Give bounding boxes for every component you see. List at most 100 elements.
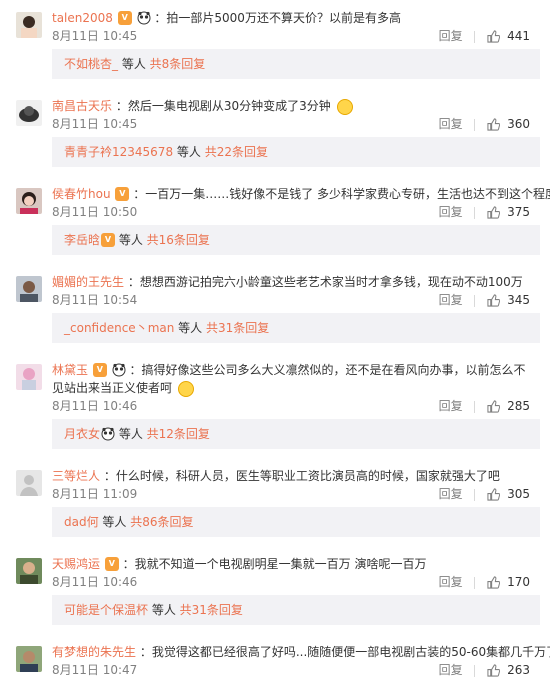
comment-line: 林黛玉 V ：搞得好像这些公司多么大义凛然似的，还不是在看风向办事，以前怎么不见… xyxy=(52,361,536,397)
divider xyxy=(474,294,476,307)
panda-emoji-icon xyxy=(112,363,126,376)
comment-time: 8月11日 10:46 xyxy=(52,399,138,413)
reply-preview[interactable]: 青青子衿12345678 等人 共22条回复 xyxy=(52,137,540,167)
comment-username[interactable]: 媚媚的王先生 xyxy=(52,275,124,289)
comment-line: talen2008 V ：拍一部片5000万还不算天价？以前是有多高 xyxy=(52,9,540,27)
more-replies-link[interactable]: 共8条回复 xyxy=(150,57,206,71)
more-replies-link[interactable]: 共31条回复 xyxy=(206,321,269,335)
comment-meta: 8月11日 10:47 回复 263 xyxy=(52,661,540,679)
thumbs-up-icon[interactable] xyxy=(487,118,501,131)
thumbs-up-icon[interactable] xyxy=(487,294,501,307)
comment-line: 南昌古天乐 ：然后一集电视剧从30分钟变成了3分钟 xyxy=(52,97,540,115)
comment-username[interactable]: 天赐鸿运 xyxy=(52,557,100,571)
reply-preview[interactable]: 李岳晗 V 等人 共16条回复 xyxy=(52,225,540,255)
comment-time: 8月11日 10:47 xyxy=(52,663,138,677)
reply-button[interactable]: 回复 xyxy=(439,205,463,219)
comment-line: 三等烂人 ：什么时候，科研人员，医生等职业工资比演员高的时候，国家就强大了吧 xyxy=(52,467,540,485)
reply-others-label: 等人 xyxy=(98,515,131,529)
comment-text: ：我觉得这都已经很高了好吗...随随便便一部电视剧古装的50-60集都几千万了 xyxy=(139,645,550,659)
more-replies-link[interactable]: 共22条回复 xyxy=(205,145,268,159)
avatar[interactable] xyxy=(16,558,42,584)
reply-preview[interactable]: 月衣女 等人 共12条回复 xyxy=(52,419,540,449)
thumbs-up-icon[interactable] xyxy=(487,206,501,219)
comment-item: 有梦想的朱先生 ：我觉得这都已经很高了好吗...随随便便一部电视剧古装的50-6… xyxy=(0,634,550,696)
vip-badge-icon: V xyxy=(101,232,116,247)
comment-item: 林黛玉 V ：搞得好像这些公司多么大义凛然似的，还不是在看风向办事，以前怎么不见… xyxy=(0,352,550,458)
comment-item: talen2008 V ：拍一部片5000万还不算天价？以前是有多高 8月11日… xyxy=(0,0,550,88)
comment-actions: 回复 375 xyxy=(439,203,530,221)
reply-preview[interactable]: 可能是个保温杯 等人 共31条回复 xyxy=(52,595,540,625)
comment-username[interactable]: 三等烂人 xyxy=(52,469,100,483)
divider xyxy=(474,488,476,501)
more-replies-link[interactable]: 共12条回复 xyxy=(147,427,210,441)
comment-actions: 回复 170 xyxy=(439,573,530,591)
vip-badge-icon: V xyxy=(92,362,107,377)
reply-username[interactable]: 可能是个保温杯 xyxy=(64,603,148,617)
thumbs-up-icon[interactable] xyxy=(487,576,501,589)
avatar[interactable] xyxy=(16,276,42,302)
comment-actions: 回复 285 xyxy=(439,397,530,415)
avatar[interactable] xyxy=(16,12,42,38)
comment-meta: 8月11日 10:46 回复 285 xyxy=(52,397,540,415)
avatar[interactable] xyxy=(16,646,42,672)
reply-preview[interactable]: _confidence丶man 等人 共31条回复 xyxy=(52,313,540,343)
like-count: 170 xyxy=(507,575,530,589)
more-replies-link[interactable]: 共31条回复 xyxy=(180,603,243,617)
comment-feed: talen2008 V ：拍一部片5000万还不算天价？以前是有多高 8月11日… xyxy=(0,0,550,690)
comment-text: ：想想西游记拍完六小龄童这些老艺术家当时才拿多钱，现在动不动100万 xyxy=(127,275,523,289)
reply-button[interactable]: 回复 xyxy=(439,575,463,589)
avatar[interactable] xyxy=(16,470,42,496)
thumbs-up-icon[interactable] xyxy=(487,664,501,677)
reply-others-label: 等人 xyxy=(118,57,150,71)
reply-username[interactable]: _confidence丶man xyxy=(64,321,174,335)
reply-button[interactable]: 回复 xyxy=(439,399,463,413)
comment-text: ：一百万一集……钱好像不是钱了 多少科学家费心专研，生活也达不到这个程度 xyxy=(133,187,550,201)
comment-username[interactable]: 有梦想的朱先生 xyxy=(52,645,136,659)
reply-button[interactable]: 回复 xyxy=(439,663,463,677)
avatar[interactable] xyxy=(16,364,42,390)
reply-others-label: 等人 xyxy=(115,427,147,441)
like-count: 375 xyxy=(507,205,530,219)
comment-time: 8月11日 11:09 xyxy=(52,487,138,501)
like-count: 441 xyxy=(507,29,530,43)
reply-button[interactable]: 回复 xyxy=(439,29,463,43)
reply-username[interactable]: 月衣女 xyxy=(64,427,100,441)
reply-others-label: 等人 xyxy=(174,321,206,335)
comment-meta: 8月11日 10:54 回复 345 xyxy=(52,291,540,309)
vip-badge-icon: V xyxy=(115,186,130,201)
smiley-emoji-icon xyxy=(177,380,194,397)
thumbs-up-icon[interactable] xyxy=(487,30,501,43)
comment-time: 8月11日 10:45 xyxy=(52,117,138,131)
comment-username[interactable]: talen2008 xyxy=(52,11,113,25)
reply-preview[interactable]: dad何 等人 共86条回复 xyxy=(52,507,540,537)
avatar[interactable] xyxy=(16,100,42,126)
reply-others-label: 等人 xyxy=(115,233,147,247)
comment-username[interactable]: 南昌古天乐 xyxy=(52,99,112,113)
comment-item: 媚媚的王先生 ：想想西游记拍完六小龄童这些老艺术家当时才拿多钱，现在动不动100… xyxy=(0,264,550,352)
comment-meta: 8月11日 10:50 回复 375 xyxy=(52,203,540,221)
comment-text: ：拍一部片5000万还不算天价？以前是有多高 xyxy=(154,11,401,25)
comment-line: 天赐鸿运 V ：我就不知道一个电视剧明星一集就一百万 演啥呢一百万 xyxy=(52,555,540,573)
like-count: 263 xyxy=(507,663,530,677)
avatar[interactable] xyxy=(16,188,42,214)
comment-meta: 8月11日 10:45 回复 360 xyxy=(52,115,540,133)
thumbs-up-icon[interactable] xyxy=(487,400,501,413)
comment-line: 媚媚的王先生 ：想想西游记拍完六小龄童这些老艺术家当时才拿多钱，现在动不动100… xyxy=(52,273,540,291)
comment-item: 三等烂人 ：什么时候，科研人员，医生等职业工资比演员高的时候，国家就强大了吧 8… xyxy=(0,458,550,546)
like-count: 360 xyxy=(507,117,530,131)
reply-button[interactable]: 回复 xyxy=(439,487,463,501)
reply-username[interactable]: 青青子衿12345678 xyxy=(64,145,173,159)
comment-username[interactable]: 侯春竹hou xyxy=(52,187,111,201)
thumbs-up-icon[interactable] xyxy=(487,488,501,501)
more-replies-link[interactable]: 共86条回复 xyxy=(130,515,193,529)
more-replies-link[interactable]: 共16条回复 xyxy=(147,233,210,247)
comment-line: 有梦想的朱先生 ：我觉得这都已经很高了好吗...随随便便一部电视剧古装的50-6… xyxy=(52,643,550,661)
reply-button[interactable]: 回复 xyxy=(439,293,463,307)
comment-item: 天赐鸿运 V ：我就不知道一个电视剧明星一集就一百万 演啥呢一百万 8月11日 … xyxy=(0,546,550,634)
reply-username[interactable]: dad何 xyxy=(64,515,99,529)
reply-username[interactable]: 不如桃杏_ xyxy=(64,57,118,71)
reply-button[interactable]: 回复 xyxy=(439,117,463,131)
reply-username[interactable]: 李岳晗 xyxy=(64,233,100,247)
comment-username[interactable]: 林黛玉 xyxy=(52,363,88,377)
reply-preview[interactable]: 不如桃杏_ 等人 共8条回复 xyxy=(52,49,540,79)
